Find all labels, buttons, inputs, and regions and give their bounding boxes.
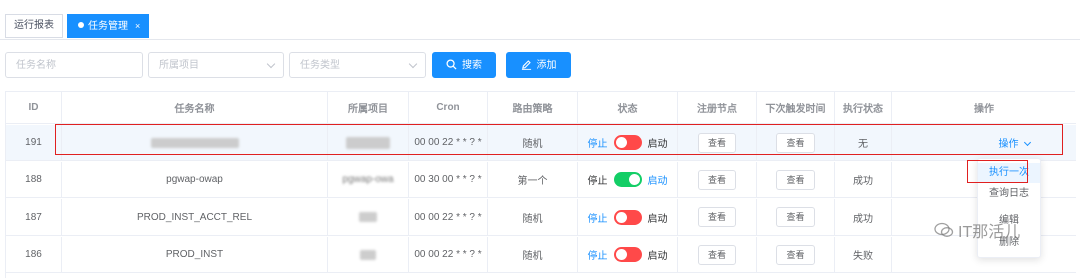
tab-run-report[interactable]: 运行报表	[5, 14, 63, 38]
cell-id: 186	[6, 237, 62, 272]
project-select[interactable]	[148, 52, 284, 78]
active-dot-icon	[78, 22, 84, 28]
cell-task-name: pgwap-owap	[62, 162, 328, 197]
add-label: 添加	[536, 60, 557, 71]
header-task-name: 任务名称	[62, 92, 328, 123]
view-next-trigger-button[interactable]: 查看	[776, 169, 815, 190]
cell-register-node: 查看	[678, 199, 757, 235]
search-icon	[446, 59, 457, 70]
cell-task-name: PROD_INST_ACCT_REL	[62, 199, 328, 235]
search-button[interactable]: 搜索	[432, 52, 496, 78]
cell-project-text: pgwap-owa	[342, 174, 394, 185]
start-label: 启动	[647, 213, 668, 225]
cell-cron: 00 00 22 * * ? *	[409, 199, 488, 235]
view-next-trigger-button[interactable]: 查看	[776, 207, 815, 227]
start-label: 启动	[647, 176, 668, 187]
cell-cron: 00 00 22 * * ? *	[409, 237, 488, 272]
highlight-menu-item-box	[967, 160, 1028, 183]
cell-status: 停止 启动	[578, 162, 678, 197]
add-button[interactable]: 添加	[506, 52, 571, 78]
stop-label: 停止	[587, 176, 608, 187]
task-management-page: 运行报表 任务管理× 搜索 添加 ID 任务名称 所属项目 Cro	[0, 0, 1080, 278]
cell-cron: 00 30 00 * * ? *	[409, 162, 488, 197]
cell-exec-status: 成功	[835, 199, 892, 235]
task-type-select-input[interactable]	[290, 53, 425, 77]
table-row[interactable]: 186 PROD_INST 00 00 22 * * ? * 随机 停止 启动 查…	[6, 237, 1076, 273]
close-icon[interactable]: ×	[135, 21, 140, 31]
watermark-text: IT那活儿	[958, 224, 1021, 241]
header-project: 所属项目	[328, 92, 409, 123]
task-name-field-wrap	[5, 52, 143, 78]
redacted-text	[360, 249, 376, 260]
cell-route: 随机	[488, 237, 578, 272]
menu-item-query-log[interactable]: 查询日志	[978, 184, 1040, 204]
chat-bubble-icon	[934, 222, 954, 237]
highlight-row-box	[55, 124, 1063, 155]
cell-exec-status: 成功	[835, 162, 892, 197]
cell-status: 停止 启动	[578, 237, 678, 272]
start-label: 启动	[647, 251, 668, 262]
cell-register-node: 查看	[678, 162, 757, 197]
cell-id: 187	[6, 199, 62, 235]
cell-route: 随机	[488, 199, 578, 235]
view-node-button[interactable]: 查看	[697, 244, 736, 265]
cell-id: 191	[6, 125, 62, 160]
cell-project	[328, 199, 409, 235]
cell-project: pgwap-owa	[328, 162, 409, 197]
status-switch[interactable]	[613, 247, 642, 262]
cell-register-node: 查看	[678, 237, 757, 272]
cell-route: 第一个	[488, 162, 578, 197]
cell-exec-status: 失败	[835, 237, 892, 272]
cell-status: 停止 启动	[578, 199, 678, 235]
task-name-input[interactable]	[6, 53, 142, 77]
cell-task-name: PROD_INST	[62, 237, 328, 272]
table-row[interactable]: 187 PROD_INST_ACCT_REL 00 00 22 * * ? * …	[6, 199, 1076, 236]
filter-bar: 搜索 添加	[0, 52, 1080, 78]
table-header: ID 任务名称 所属项目 Cron 路由策略 状态 注册节点 下次触发时间 执行…	[6, 92, 1076, 124]
header-register-node: 注册节点	[678, 92, 757, 123]
task-type-select[interactable]	[289, 52, 426, 78]
header-exec-status: 执行状态	[835, 92, 892, 123]
tab-task-management[interactable]: 任务管理 ×	[67, 14, 150, 38]
cell-next-trigger: 查看	[757, 237, 835, 272]
view-node-button[interactable]: 查看	[697, 207, 736, 227]
stop-label: 停止	[587, 251, 608, 262]
header-cron: Cron	[409, 92, 488, 123]
search-label: 搜索	[462, 60, 482, 71]
view-node-button[interactable]: 查看	[697, 169, 736, 190]
tab-bar: 运行报表 任务管理 ×	[0, 0, 1080, 40]
redacted-text	[359, 212, 377, 222]
watermark: IT那活儿	[934, 218, 1020, 242]
task-table: ID 任务名称 所属项目 Cron 路由策略 状态 注册节点 下次触发时间 执行…	[5, 91, 1076, 278]
header-actions: 操作	[974, 104, 994, 115]
cell-id: 188	[6, 162, 62, 197]
status-switch[interactable]	[613, 209, 642, 225]
header-route: 路由策略	[488, 92, 578, 123]
header-status: 状态	[578, 92, 678, 123]
header-next-trigger: 下次触发时间	[757, 92, 835, 123]
stop-label: 停止	[587, 213, 608, 225]
status-switch[interactable]	[613, 172, 642, 187]
tab-label: 任务管理	[88, 21, 128, 32]
cell-project	[328, 237, 409, 272]
header-id: ID	[6, 92, 62, 123]
cell-next-trigger: 查看	[757, 162, 835, 197]
project-select-input[interactable]	[149, 53, 283, 77]
edit-icon	[521, 60, 531, 70]
tab-label: 运行报表	[14, 20, 54, 31]
view-next-trigger-button[interactable]: 查看	[776, 244, 815, 265]
table-row[interactable]: 188 pgwap-owap pgwap-owa 00 30 00 * * ? …	[6, 162, 1076, 198]
cell-next-trigger: 查看	[757, 199, 835, 235]
